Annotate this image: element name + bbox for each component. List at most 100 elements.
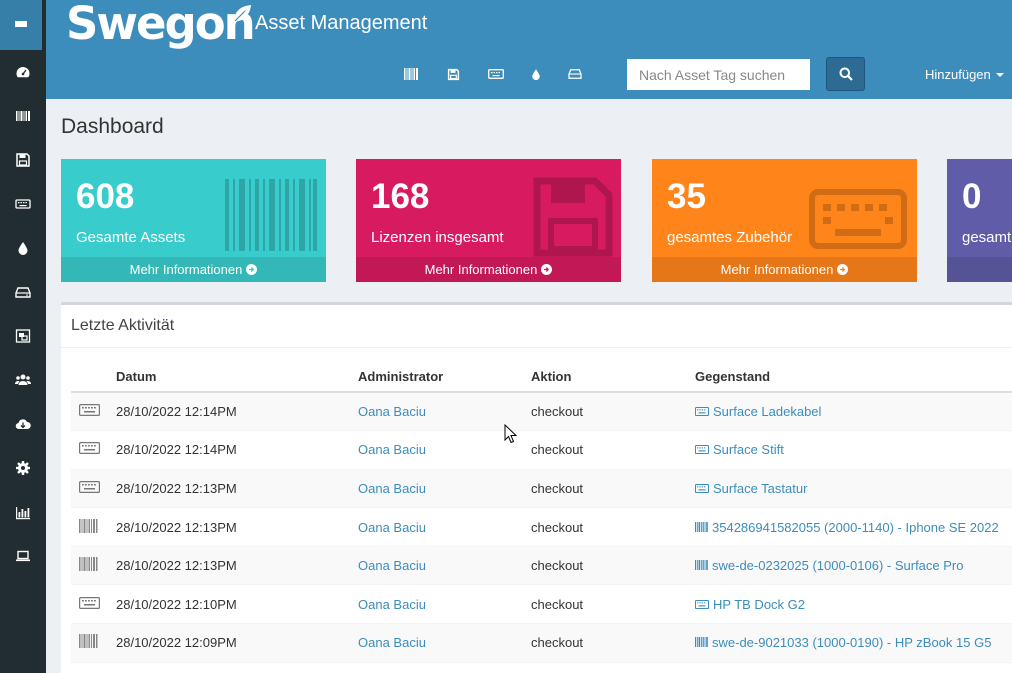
stat-box-licenses: 168 Lizenzen insgesamt Mehr Informatione… <box>356 159 621 282</box>
row-admin-cell: Oana Baciu <box>358 623 531 663</box>
admin-link[interactable]: Oana Baciu <box>358 635 426 650</box>
item-link-label: HP TB Dock G2 <box>713 596 805 612</box>
admin-link[interactable]: Oana Baciu <box>358 597 426 612</box>
admin-link[interactable]: Oana Baciu <box>358 481 426 496</box>
table-row: 28/10/2022 12:14PM Oana Baciu checkout Surf… <box>71 430 1012 470</box>
item-link[interactable]: 354286941582055 (2000-1140) - Iphone SE … <box>695 520 999 535</box>
top-navbar: Swegon Asset Management Hinzufügen <box>46 0 1012 99</box>
more-info-link[interactable]: Mehr Informationen <box>61 257 326 282</box>
activity-table: Datum Administrator Aktion Gegenstand 28… <box>71 361 1012 663</box>
consumables-shortcut-button[interactable] <box>528 66 544 82</box>
item-link[interactable]: Surface Ladekabel <box>695 404 821 419</box>
item-link-label: swe-de-9021033 (1000-0190) - HP zBook 15… <box>712 635 992 651</box>
stat-box-assets: 608 Gesamte Assets Mehr Informationen <box>61 159 326 282</box>
keyboard-icon <box>695 481 709 496</box>
barcode-icon <box>695 520 708 535</box>
row-action: checkout <box>531 623 695 663</box>
floppy-icon <box>533 177 613 257</box>
barcode-icon <box>16 111 30 121</box>
row-date: 28/10/2022 12:13PM <box>116 507 358 547</box>
activity-table-body: 28/10/2022 12:14PM Oana Baciu checkout Surf… <box>71 392 1012 663</box>
row-action: checkout <box>531 430 695 470</box>
add-dropdown[interactable]: Hinzufügen <box>925 67 1004 82</box>
stat-value: 0 <box>962 177 982 216</box>
column-header-action[interactable]: Aktion <box>531 361 695 393</box>
brand-logo[interactable]: Swegon <box>66 0 256 48</box>
sidebar-item-assets[interactable] <box>0 94 46 138</box>
keyboard-icon <box>695 404 709 419</box>
sidebar-item-components[interactable] <box>0 270 46 314</box>
row-item-cell: 354286941582055 (2000-1140) - Iphone SE … <box>695 507 1012 547</box>
keyboard-icon <box>15 199 31 209</box>
barcode-icon <box>403 68 418 80</box>
sidebar-item-people[interactable] <box>0 358 46 402</box>
row-date: 28/10/2022 12:13PM <box>116 546 358 586</box>
laptop-icon <box>16 550 30 562</box>
bar-chart-icon <box>16 507 30 520</box>
column-header-date[interactable]: Datum <box>116 361 358 393</box>
row-action: checkout <box>531 546 695 586</box>
sidebar-item-consumables[interactable] <box>0 226 46 270</box>
stat-label: Lizenzen insgesamt <box>371 229 504 246</box>
sidebar-item-kits[interactable] <box>0 314 46 358</box>
more-info-link[interactable]: Mehr Informationen <box>652 257 917 282</box>
sidebar-item-accessories[interactable] <box>0 182 46 226</box>
item-link[interactable]: HP TB Dock G2 <box>695 597 805 612</box>
components-shortcut-button[interactable] <box>567 66 583 82</box>
admin-link[interactable]: Oana Baciu <box>358 520 426 535</box>
row-action: checkout <box>531 507 695 547</box>
stat-label: gesamte <box>962 229 1012 246</box>
divider <box>61 347 1012 348</box>
barcode-icon <box>225 179 317 251</box>
stat-value: 168 <box>371 177 430 216</box>
table-row: 28/10/2022 12:14PM Oana Baciu checkout Surf… <box>71 392 1012 432</box>
sidebar-item-dashboard[interactable] <box>0 50 46 94</box>
item-link-label: Surface Tastatur <box>713 480 808 496</box>
mouse-cursor-icon <box>504 424 517 444</box>
row-date: 28/10/2022 12:10PM <box>116 584 358 625</box>
search-button[interactable] <box>826 57 865 91</box>
item-link-label: 354286941582055 (2000-1140) - Iphone SE … <box>712 519 999 535</box>
sidebar-toggle-button[interactable] <box>0 0 42 50</box>
more-info-link[interactable]: Mehr Informationen <box>356 257 621 282</box>
gear-icon <box>16 461 30 475</box>
item-link[interactable]: swe-de-9021033 (1000-0190) - HP zBook 15… <box>695 635 991 650</box>
sidebar <box>0 0 46 673</box>
accessories-shortcut-button[interactable] <box>488 66 504 82</box>
asset-tag-search-input[interactable] <box>627 59 810 90</box>
sidebar-item-requestable[interactable] <box>0 534 46 578</box>
admin-link[interactable]: Oana Baciu <box>358 558 426 573</box>
column-header-admin[interactable]: Administrator <box>358 361 531 393</box>
keyboard-icon <box>79 480 100 496</box>
barcode-icon <box>695 558 708 573</box>
item-link-label: Surface Stift <box>713 442 784 458</box>
floppy-icon <box>447 68 459 80</box>
more-info-link[interactable] <box>947 257 1012 282</box>
item-link[interactable]: Surface Tastatur <box>695 481 807 496</box>
assets-shortcut-button[interactable] <box>403 66 419 82</box>
admin-link[interactable]: Oana Baciu <box>358 442 426 457</box>
sidebar-item-licenses[interactable] <box>0 138 46 182</box>
dashboard-icon <box>16 67 30 78</box>
keyboard-icon <box>695 442 709 457</box>
row-type-icon <box>71 430 116 470</box>
row-date: 28/10/2022 12:14PM <box>116 430 358 470</box>
item-link[interactable]: Surface Stift <box>695 442 784 457</box>
column-header-item[interactable]: Gegenstand <box>695 361 1012 393</box>
row-date: 28/10/2022 12:14PM <box>116 392 358 432</box>
row-admin-cell: Oana Baciu <box>358 469 531 509</box>
sidebar-item-import[interactable] <box>0 402 46 446</box>
row-admin-cell: Oana Baciu <box>358 546 531 586</box>
row-item-cell: Surface Tastatur <box>695 469 1012 509</box>
barcode-icon <box>79 518 98 536</box>
item-link[interactable]: swe-de-0232025 (1000-0106) - Surface Pro <box>695 558 963 573</box>
leaf-icon <box>234 5 251 22</box>
licenses-shortcut-button[interactable] <box>445 66 461 82</box>
barcode-icon <box>79 634 98 651</box>
admin-link[interactable]: Oana Baciu <box>358 404 426 419</box>
table-row: 28/10/2022 12:13PM Oana Baciu checkout swe-… <box>71 546 1012 586</box>
barcode-icon <box>695 635 708 650</box>
sidebar-item-reports[interactable] <box>0 490 46 534</box>
menu-icon <box>15 20 27 30</box>
sidebar-item-settings[interactable] <box>0 446 46 490</box>
